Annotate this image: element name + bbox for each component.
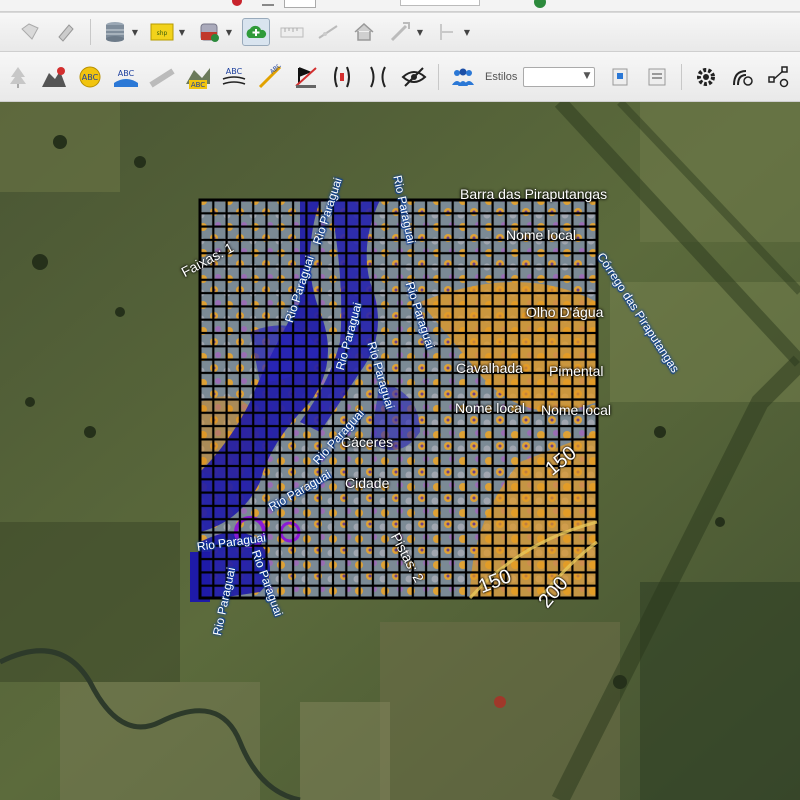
shapefile-icon[interactable]: shp <box>148 18 176 46</box>
cloud-add-icon[interactable] <box>242 18 270 46</box>
chevron-down-icon[interactable]: ▼ <box>415 27 425 37</box>
styles-select[interactable]: ▼ <box>523 66 596 87</box>
map-label-olho-dagua: Olho D'água <box>526 304 604 320</box>
svg-text:ABC: ABC <box>191 81 205 89</box>
svg-text:ABC: ABC <box>118 69 135 78</box>
terrain-icon[interactable] <box>40 63 68 91</box>
route-icon[interactable] <box>728 63 756 91</box>
label-toolbar: ABC ABC ABC ABC ABC Estilos ▼ <box>0 52 800 102</box>
chevron-down-icon[interactable]: ▼ <box>177 27 187 37</box>
map-label-nome-local: Nome local <box>506 227 577 243</box>
svg-text:shp: shp <box>157 30 168 37</box>
database-icon[interactable] <box>101 18 129 46</box>
toolbar-separator <box>90 19 91 45</box>
map-label-nome-local: Nome local <box>455 400 526 416</box>
shield-icon[interactable] <box>534 0 546 8</box>
styles-label: Estilos <box>485 70 518 83</box>
top-input-field[interactable] <box>400 0 480 6</box>
hide-icon[interactable] <box>400 63 428 91</box>
network-icon[interactable] <box>764 63 792 91</box>
svg-text:ABC: ABC <box>82 73 99 82</box>
tool-icon[interactable] <box>52 18 80 46</box>
copy-style-icon[interactable] <box>607 63 635 91</box>
undo-icon[interactable] <box>262 0 274 6</box>
map-label-nome-local: Nome local <box>541 402 612 418</box>
map-label-cavalhada: Cavalhada <box>456 360 523 376</box>
chevron-down-icon[interactable]: ▼ <box>224 27 234 37</box>
toolbar-separator <box>438 63 439 90</box>
home-icon[interactable] <box>350 18 378 46</box>
chevron-down-icon: ▼ <box>583 70 591 81</box>
no-label-icon[interactable] <box>292 63 320 91</box>
label-abc-curve-icon[interactable]: ABC <box>220 63 248 91</box>
paste-style-icon[interactable] <box>643 63 671 91</box>
bridge-icon[interactable] <box>328 63 356 91</box>
split-icon[interactable] <box>433 18 461 46</box>
svg-text:ABC: ABC <box>269 64 283 76</box>
map-label-cidade: Cidade <box>345 475 390 491</box>
layer-tank-icon[interactable] <box>195 18 223 46</box>
chevron-down-icon[interactable]: ▼ <box>462 27 472 37</box>
hand-map-icon[interactable] <box>16 18 44 46</box>
settings-icon[interactable] <box>692 63 720 91</box>
dropdown-icon[interactable] <box>284 0 316 8</box>
label-road-icon[interactable] <box>148 63 176 91</box>
label-abc-terrain-icon[interactable]: ABC <box>184 63 212 91</box>
line-edit-icon[interactable] <box>314 18 342 46</box>
map-label-caceres: Cáceres <box>341 434 394 450</box>
tree-icon[interactable] <box>4 63 32 91</box>
node-edit-icon[interactable] <box>386 18 414 46</box>
map-canvas[interactable]: Barra das Piraputangas Nome local Faixas… <box>0 102 800 800</box>
toolbar-separator <box>681 63 683 90</box>
top-toolbar-partial <box>0 0 800 12</box>
toolbar-grip <box>0 18 8 46</box>
ruler-icon[interactable] <box>278 18 306 46</box>
label-abc-icon[interactable]: ABC <box>76 63 104 91</box>
stop-icon[interactable] <box>232 0 242 6</box>
label-abc-road-icon[interactable]: ABC <box>112 63 140 91</box>
users-icon[interactable] <box>449 63 477 91</box>
map-label-pimental: Pimental <box>549 363 604 379</box>
chevron-down-icon[interactable]: ▼ <box>130 27 140 37</box>
edit-toolbar: ▼ shp ▼ ▼ ▼ ▼ <box>0 12 800 52</box>
svg-text:ABC: ABC <box>226 67 243 76</box>
reverse-bridge-icon[interactable] <box>364 63 392 91</box>
diagonal-label-icon[interactable]: ABC <box>256 63 284 91</box>
gis-application-window: ▼ shp ▼ ▼ ▼ ▼ ABC ABC ABC ABC ABC Estilo… <box>0 0 800 800</box>
map-label-barra: Barra das Piraputangas <box>460 186 608 202</box>
